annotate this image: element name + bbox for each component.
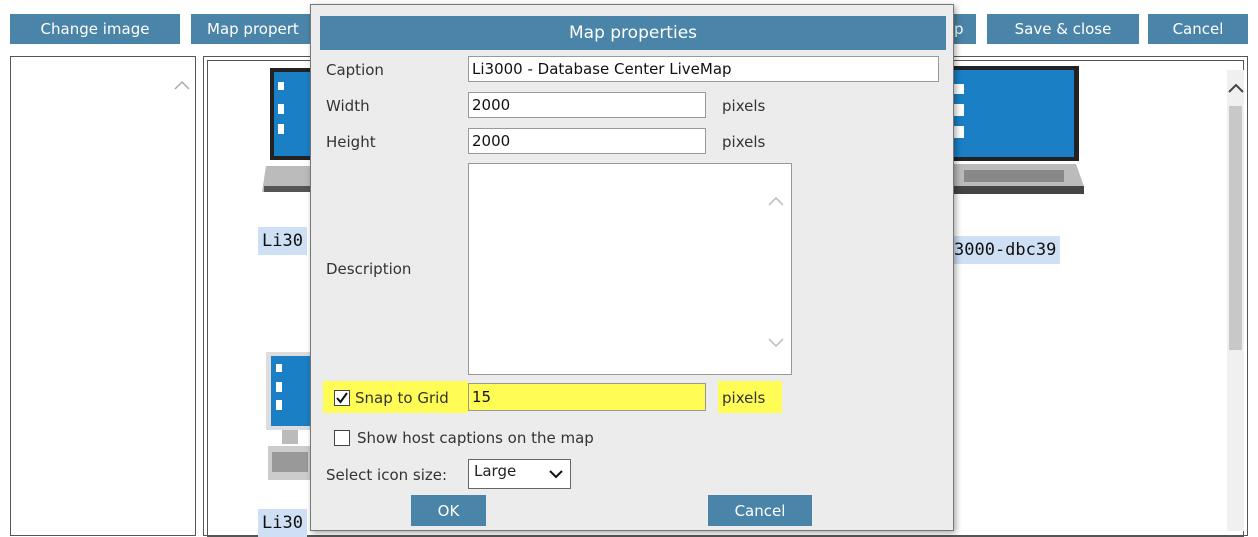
scroll-up-icon[interactable] <box>1227 82 1245 98</box>
description-textarea[interactable] <box>468 163 792 375</box>
desktop-computer-icon[interactable] <box>262 350 312 494</box>
change-image-button[interactable]: Change image <box>10 14 180 44</box>
snap-grid-unit: pixels <box>722 389 766 407</box>
snap-to-grid-checkbox[interactable] <box>334 390 350 406</box>
dialog-title[interactable]: Map properties <box>320 16 946 50</box>
dialog-cancel-button[interactable]: Cancel <box>708 495 812 526</box>
chevron-up-icon[interactable] <box>767 192 785 210</box>
height-input[interactable] <box>468 128 706 154</box>
height-label: Height <box>326 133 376 151</box>
icon-size-select[interactable]: Large <box>468 459 571 489</box>
host-caption[interactable]: 3000-dbc39 <box>950 236 1061 264</box>
hidden-toolbar-button[interactable]: p <box>954 14 976 44</box>
show-captions-label[interactable]: Show host captions on the map <box>357 429 594 447</box>
map-scrollbar[interactable] <box>1227 70 1244 531</box>
chevron-down-icon <box>548 466 564 484</box>
snap-grid-input[interactable] <box>468 383 706 411</box>
caption-label: Caption <box>326 61 384 79</box>
scrollbar-thumb[interactable] <box>1229 106 1242 350</box>
width-input[interactable] <box>468 92 706 118</box>
map-properties-button[interactable]: Map propert <box>191 14 310 44</box>
icon-size-value: Large <box>474 462 517 480</box>
save-close-button[interactable]: Save & close <box>987 14 1139 44</box>
cancel-button[interactable]: Cancel <box>1148 14 1248 44</box>
height-unit: pixels <box>722 133 766 151</box>
laptop-icon[interactable] <box>954 62 1086 208</box>
laptop-icon[interactable] <box>262 66 312 200</box>
left-panel <box>10 56 196 536</box>
scroll-up-icon[interactable] <box>173 79 191 95</box>
chevron-down-icon[interactable] <box>767 334 785 352</box>
show-captions-checkbox[interactable] <box>334 430 350 446</box>
description-label: Description <box>326 260 412 278</box>
caption-input[interactable] <box>468 56 939 82</box>
width-unit: pixels <box>722 97 766 115</box>
ok-button[interactable]: OK <box>411 495 486 526</box>
host-caption[interactable]: Li30 <box>258 509 307 537</box>
icon-size-label: Select icon size: <box>326 466 448 484</box>
width-label: Width <box>326 97 370 115</box>
host-caption[interactable]: Li30 <box>258 227 307 255</box>
snap-to-grid-label[interactable]: Snap to Grid <box>355 389 449 407</box>
map-properties-dialog: Map properties Caption Width pixels Heig… <box>310 4 954 531</box>
